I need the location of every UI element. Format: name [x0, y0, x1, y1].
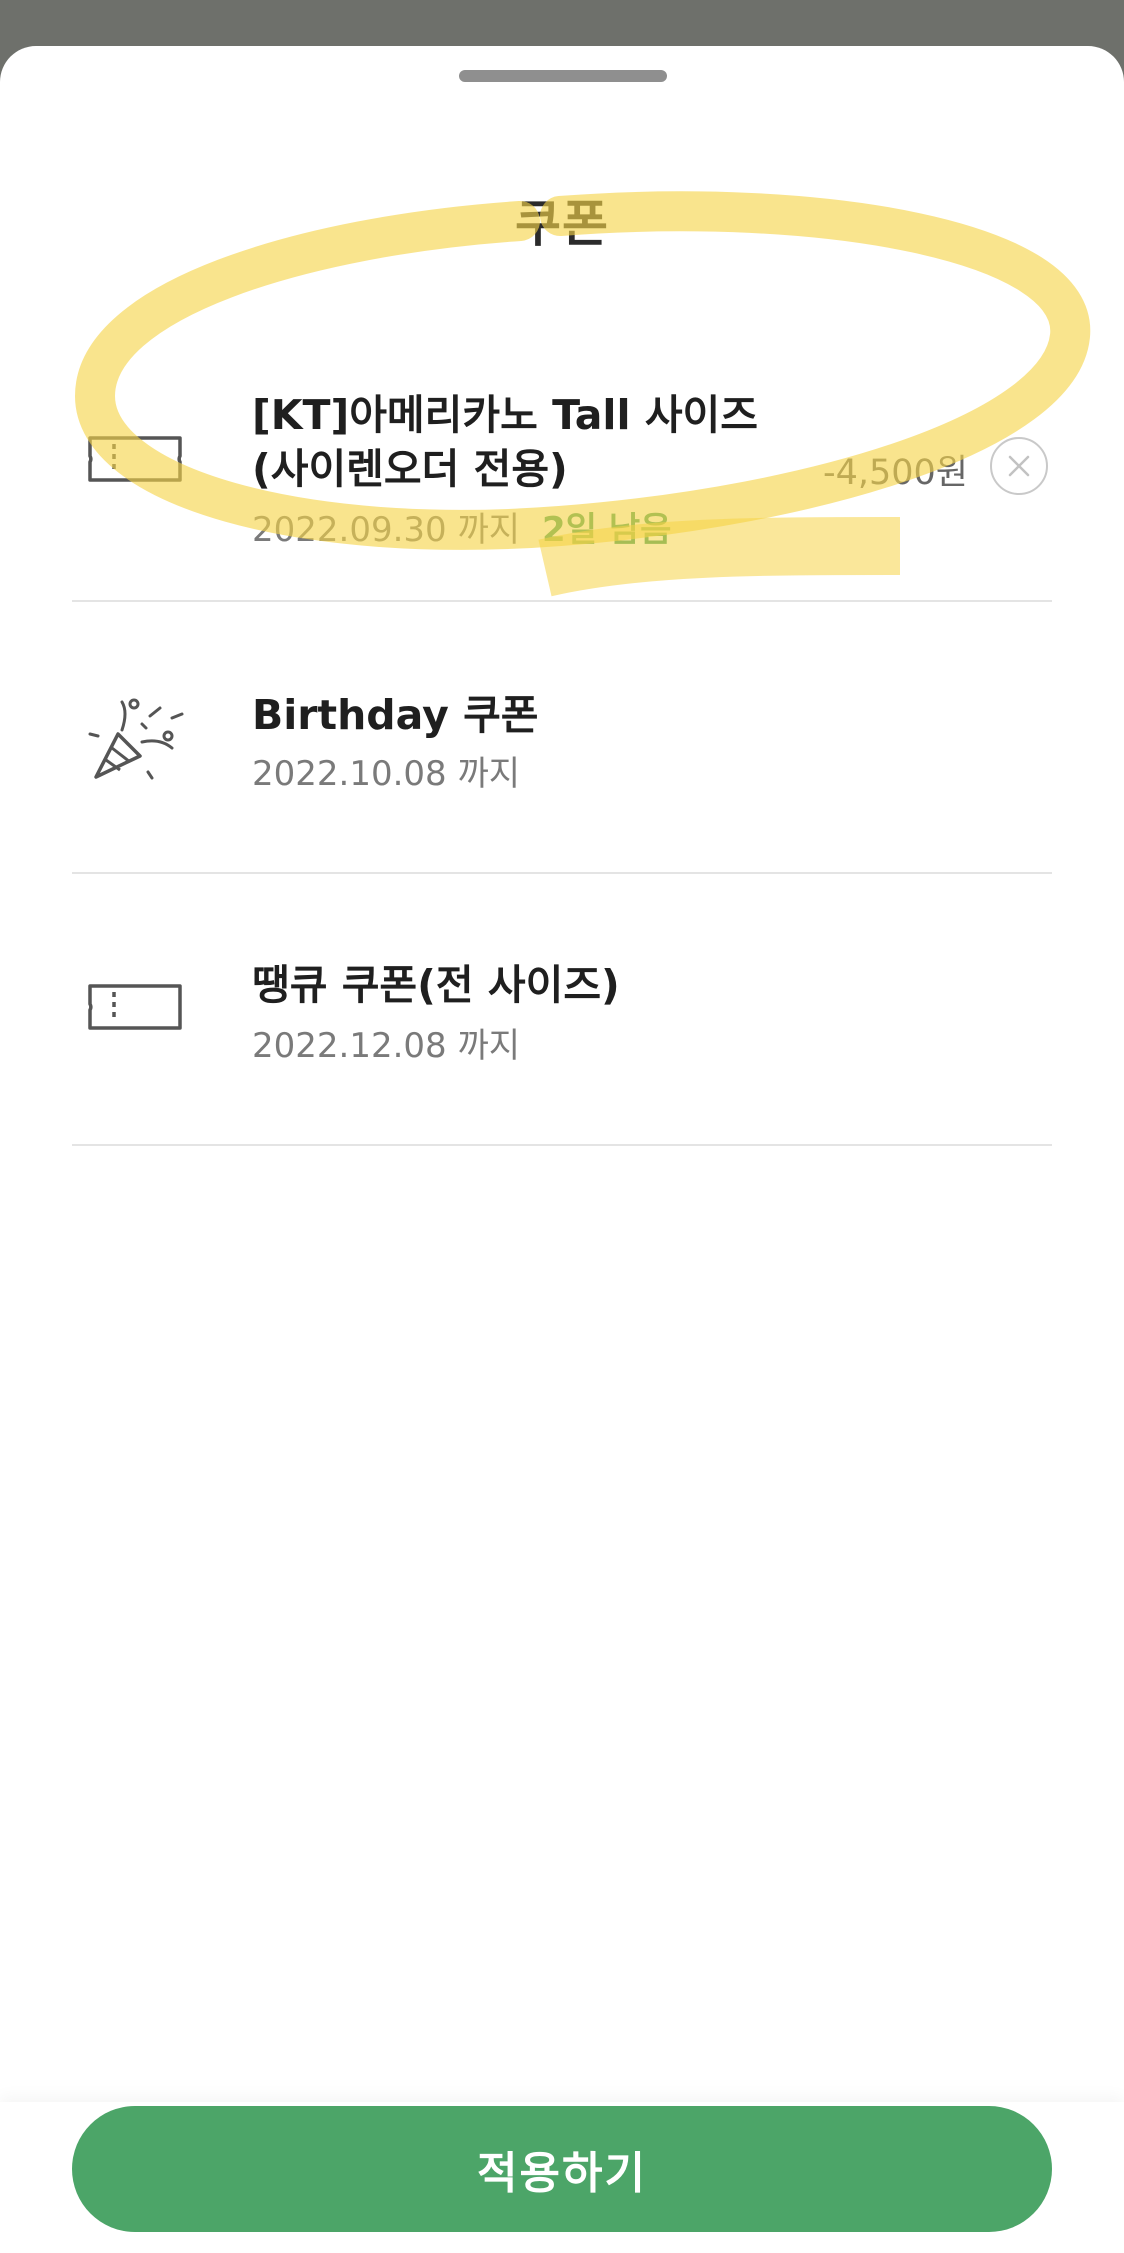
ticket-icon: [82, 404, 192, 514]
coupon-discount: -4,500원: [822, 453, 968, 493]
coupon-name-line2: (사이렌오더 전용): [252, 445, 568, 493]
coupon-expiry-date: 2022.10.08 까지: [252, 754, 521, 794]
ticket-icon: [82, 952, 192, 1062]
coupon-bottom-sheet: 쿠폰 [KT]아메리카노 Tall 사이즈 (사이렌오더 전용) 2022.09…: [0, 46, 1124, 2253]
coupon-item-birthday[interactable]: Birthday 쿠폰 2022.10.08 까지: [72, 602, 1052, 874]
days-left-badge: 2일 남음: [542, 510, 672, 550]
coupon-expiry: 2022.09.30 까지 2일 남음: [252, 508, 671, 552]
coupon-name: Birthday 쿠폰: [252, 691, 539, 739]
coupon-expiry-date: 2022.12.08 까지: [252, 1026, 521, 1066]
coupon-name-line1: [KT]아메리카노 Tall 사이즈: [252, 391, 758, 439]
coupon-name: 땡큐 쿠폰(전 사이즈): [252, 961, 620, 1009]
sheet-title: 쿠폰: [515, 195, 609, 253]
sheet-drag-handle[interactable]: [459, 70, 667, 82]
coupon-item-thank-you[interactable]: 땡큐 쿠폰(전 사이즈) 2022.12.08 까지: [72, 874, 1052, 1146]
coupon-expiry-date: 2022.09.30 까지: [252, 510, 521, 550]
apply-button[interactable]: 적용하기: [72, 2106, 1052, 2232]
close-icon: [1008, 455, 1030, 477]
party-popper-icon: [82, 682, 192, 792]
coupon-item-kt-americano[interactable]: [KT]아메리카노 Tall 사이즈 (사이렌오더 전용) 2022.09.30…: [72, 326, 1052, 602]
remove-coupon-button[interactable]: [990, 437, 1048, 495]
